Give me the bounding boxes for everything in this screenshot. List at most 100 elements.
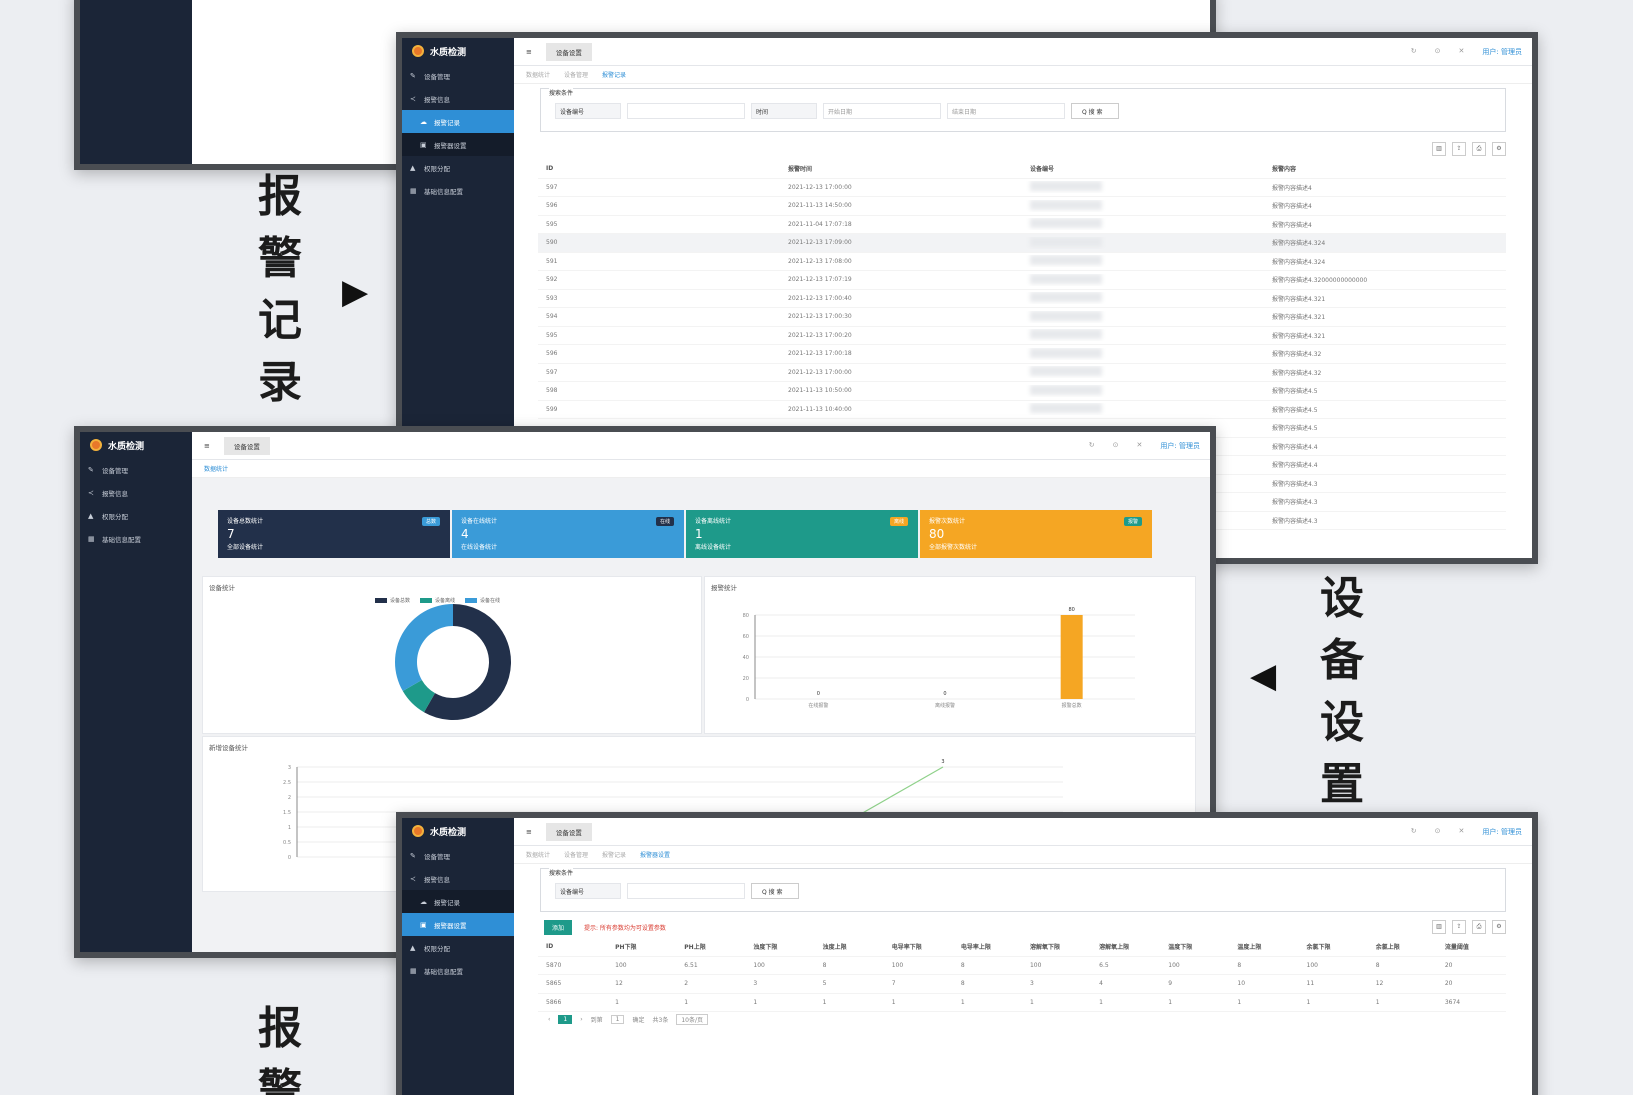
table-cell: 593	[546, 294, 558, 302]
end-date-input[interactable]: 结束日期	[947, 103, 1065, 119]
sidebar-item-alarm-record[interactable]: ☁ 报警记录	[402, 890, 514, 913]
refresh-icon[interactable]: ↻	[1089, 441, 1095, 451]
column-header[interactable]: PH下限	[607, 942, 676, 951]
sidebar-item-permissions[interactable]: ▲ 权限分配	[80, 504, 192, 527]
goto-page-input[interactable]: 1	[610, 1015, 625, 1024]
page-number-current[interactable]: 1	[558, 1015, 573, 1024]
column-header[interactable]: ID	[538, 165, 780, 172]
theme-icon[interactable]: ⊙	[1435, 47, 1441, 57]
goto-confirm-button[interactable]: 确定	[632, 1015, 644, 1024]
column-header[interactable]: 余氯上限	[1368, 942, 1437, 951]
table-row[interactable]: 5870 100 6.51 100 8 100 8 100 6.5 100 8 100 8 20	[538, 957, 1506, 975]
menu-icon[interactable]: ≡	[526, 828, 532, 836]
sidebar-item-label: 设备管理	[102, 466, 128, 475]
theme-icon[interactable]: ⊙	[1113, 441, 1119, 451]
theme-icon[interactable]: ⊙	[1435, 827, 1441, 837]
refresh-icon[interactable]: ↻	[1411, 827, 1417, 837]
prev-page-icon[interactable]: ‹	[548, 1016, 550, 1023]
device-id-input[interactable]	[627, 103, 745, 119]
column-header[interactable]: 浊度下限	[745, 942, 814, 951]
sidebar-item-config[interactable]: ▦ 基础信息配置	[402, 179, 514, 202]
column-header[interactable]: 流量阈值	[1437, 942, 1506, 951]
sidebar-item-config[interactable]: ▦ 基础信息配置	[402, 959, 514, 982]
search-button[interactable]: Q 搜 索	[1071, 103, 1119, 119]
sidebar-item-alarm-info[interactable]: ≺ 报警信息	[402, 87, 514, 110]
sidebar-item-permissions[interactable]: ▲ 权限分配	[402, 936, 514, 959]
user-menu[interactable]: 用户: 管理员	[1482, 827, 1522, 837]
column-header[interactable]: 电导率上限	[953, 942, 1022, 951]
table-row[interactable]: 594 2021-12-13 17:00:30 报警内容描述4.321	[538, 308, 1506, 327]
search-button[interactable]: Q 搜 索	[751, 883, 799, 899]
breadcrumb-item[interactable]: 报警记录	[602, 850, 626, 859]
table-row[interactable]: 597 2021-12-13 17:00:00 报警内容描述4	[538, 179, 1506, 197]
sidebar-item-alarm-info[interactable]: ≺ 报警信息	[402, 867, 514, 890]
refresh-icon[interactable]: ↻	[1411, 47, 1417, 57]
breadcrumb-item-current[interactable]: 报警器设置	[640, 850, 670, 859]
tab-device-settings[interactable]: 设备设置	[545, 42, 592, 61]
start-date-input[interactable]: 开始日期	[823, 103, 941, 119]
print-icon[interactable]: ⎙	[1472, 920, 1486, 934]
table-row[interactable]: 597 2021-12-13 17:00:00 报警内容描述4.32	[538, 364, 1506, 382]
tab-device-settings[interactable]: 设备设置	[545, 822, 592, 841]
device-id-input[interactable]	[627, 883, 745, 899]
column-header[interactable]: 温度上限	[1229, 942, 1298, 951]
page-size-select[interactable]: 10条/页	[676, 1014, 708, 1025]
next-page-icon[interactable]: ›	[580, 1016, 582, 1023]
sidebar-item-devices[interactable]: ✎ 设备管理	[80, 458, 192, 481]
settings-icon[interactable]: ⚙	[1492, 920, 1506, 934]
export-icon[interactable]: ⇪	[1452, 920, 1466, 934]
sidebar-item-alarm-info[interactable]: ≺ 报警信息	[80, 481, 192, 504]
table-cell: 4	[1099, 980, 1103, 988]
table-row[interactable]: 591 2021-12-13 17:08:00 报警内容描述4.324	[538, 253, 1506, 271]
column-header[interactable]: 报警内容	[1264, 164, 1506, 173]
settings-icon[interactable]: ⚙	[1492, 142, 1506, 156]
menu-icon[interactable]: ≡	[526, 48, 532, 56]
table-row[interactable]: 598 2021-11-13 10:50:00 报警内容描述4.5	[538, 382, 1506, 401]
sidebar-item-alarm-record[interactable]: ☁ 报警记录	[402, 110, 514, 133]
export-icon[interactable]: ⇪	[1452, 142, 1466, 156]
sidebar-item-alarm-settings[interactable]: ▣ 报警器设置	[402, 133, 514, 156]
close-icon[interactable]: ✕	[1459, 47, 1465, 57]
column-header[interactable]: 余氯下限	[1299, 942, 1368, 951]
close-icon[interactable]: ✕	[1459, 827, 1465, 837]
table-row[interactable]: 596 2021-12-13 17:00:18 报警内容描述4.32	[538, 345, 1506, 364]
print-icon[interactable]: ⎙	[1472, 142, 1486, 156]
breadcrumb-item[interactable]: 数据统计	[526, 70, 550, 79]
column-header[interactable]: 温度下限	[1160, 942, 1229, 951]
column-header[interactable]: 电导率下限	[884, 942, 953, 951]
table-row[interactable]: 595 2021-11-04 17:07:18 报警内容描述4	[538, 216, 1506, 234]
column-header[interactable]: ID	[538, 943, 607, 950]
table-row[interactable]: 595 2021-12-13 17:00:20 报警内容描述4.321	[538, 327, 1506, 345]
sidebar-item-config[interactable]: ▦ 基础信息配置	[80, 527, 192, 550]
breadcrumb-item-current[interactable]: 报警记录	[602, 70, 626, 79]
table-row[interactable]: 593 2021-12-13 17:00:40 报警内容描述4.321	[538, 290, 1506, 308]
column-header[interactable]: 浊度上限	[815, 942, 884, 951]
table-row[interactable]: 596 2021-11-13 14:50:00 报警内容描述4	[538, 197, 1506, 216]
column-header[interactable]: 报警时间	[780, 164, 1022, 173]
breadcrumb-item-current[interactable]: 数据统计	[204, 464, 228, 473]
close-icon[interactable]: ✕	[1137, 441, 1143, 451]
add-button[interactable]: 添加	[544, 920, 573, 935]
sidebar-item-permissions[interactable]: ▲ 权限分配	[402, 156, 514, 179]
table-row[interactable]: 5866 1 1 1 1 1 1 1 1 1 1 1 1 3674	[538, 994, 1506, 1012]
sidebar-item-alarm-settings[interactable]: ▣ 报警器设置	[402, 913, 514, 936]
column-header[interactable]: 溶解氧下限	[1022, 942, 1091, 951]
user-menu[interactable]: 用户: 管理员	[1160, 441, 1200, 451]
table-row[interactable]: 599 2021-11-13 10:40:00 报警内容描述4.5	[538, 401, 1506, 419]
table-row[interactable]: 5865 12 2 3 5 7 8 3 4 9 10 11 12 20	[538, 975, 1506, 994]
column-header[interactable]: PH上限	[676, 942, 745, 951]
menu-icon[interactable]: ≡	[204, 442, 210, 450]
columns-icon[interactable]: ▥	[1432, 142, 1446, 156]
breadcrumb-item[interactable]: 设备管理	[564, 850, 588, 859]
user-menu[interactable]: 用户: 管理员	[1482, 47, 1522, 57]
sidebar-item-devices[interactable]: ✎ 设备管理	[402, 844, 514, 867]
sidebar-item-devices[interactable]: ✎ 设备管理	[402, 64, 514, 87]
columns-icon[interactable]: ▥	[1432, 920, 1446, 934]
breadcrumb-item[interactable]: 设备管理	[564, 70, 588, 79]
table-row[interactable]: 590 2021-12-13 17:09:00 报警内容描述4.324	[538, 234, 1506, 253]
column-header[interactable]: 溶解氧上限	[1091, 942, 1160, 951]
column-header[interactable]: 设备编号	[1022, 164, 1264, 173]
breadcrumb-item[interactable]: 数据统计	[526, 850, 550, 859]
table-row[interactable]: 592 2021-12-13 17:07:19 报警内容描述4.3200000000…	[538, 271, 1506, 290]
tab-device-settings[interactable]: 设备设置	[223, 436, 270, 455]
